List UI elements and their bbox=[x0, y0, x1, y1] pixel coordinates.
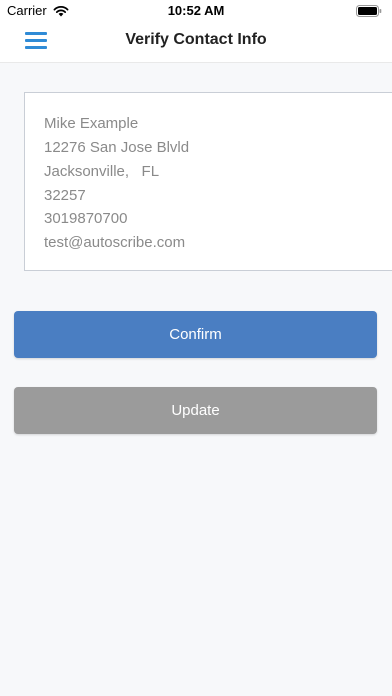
update-button[interactable]: Update bbox=[14, 387, 377, 434]
confirm-button[interactable]: Confirm bbox=[14, 311, 377, 358]
contact-email: test@autoscribe.com bbox=[44, 234, 186, 251]
contact-street: 12276 San Jose Blvld bbox=[44, 139, 190, 156]
clock: 10:52 AM bbox=[167, 3, 225, 18]
contact-city-state: Jacksonville, FL bbox=[44, 163, 160, 180]
contact-info-card: Mike Example 12276 San Jose Blvld Jackso… bbox=[24, 92, 392, 271]
contact-phone: 3019870700 bbox=[44, 210, 128, 227]
status-bar: Carrier 10:52 AM bbox=[0, 0, 392, 22]
contact-name: Mike Example bbox=[44, 115, 139, 132]
nav-bar: Verify Contact Info bbox=[0, 22, 392, 63]
contact-zip: 32257 bbox=[44, 187, 86, 204]
battery-icon bbox=[356, 5, 382, 17]
page-title: Verify Contact Info bbox=[125, 31, 267, 48]
